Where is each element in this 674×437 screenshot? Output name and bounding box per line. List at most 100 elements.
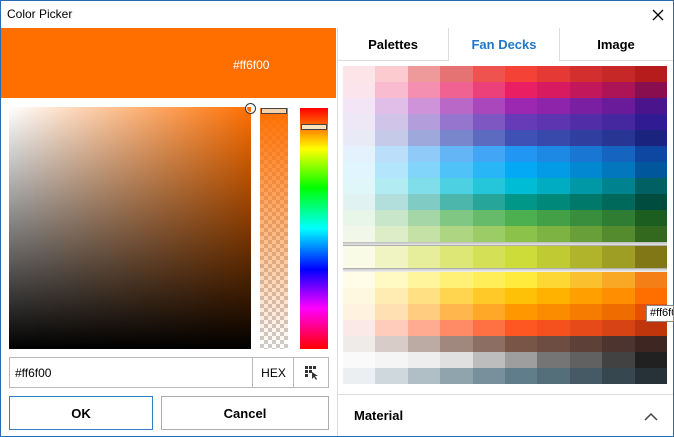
color-swatch[interactable] — [440, 288, 473, 304]
color-swatch[interactable] — [602, 98, 635, 114]
color-swatch[interactable] — [343, 82, 376, 98]
color-swatch[interactable] — [407, 194, 441, 210]
color-swatch[interactable] — [440, 114, 473, 130]
color-swatch[interactable] — [505, 178, 538, 194]
color-swatch[interactable] — [634, 66, 667, 82]
color-swatch[interactable] — [407, 82, 441, 98]
color-swatch[interactable] — [343, 162, 376, 178]
color-swatch[interactable] — [505, 146, 538, 162]
color-swatch[interactable] — [505, 246, 538, 268]
color-swatch[interactable] — [440, 336, 473, 352]
color-swatch[interactable] — [440, 178, 473, 194]
color-swatch[interactable] — [440, 162, 473, 178]
color-swatch[interactable] — [602, 146, 635, 162]
color-swatch[interactable] — [375, 320, 408, 336]
color-swatch[interactable] — [407, 114, 441, 130]
color-swatch[interactable] — [407, 162, 441, 178]
color-swatch[interactable] — [375, 304, 408, 320]
color-swatch[interactable] — [343, 368, 376, 384]
color-swatch[interactable] — [375, 210, 408, 226]
color-swatch[interactable] — [407, 130, 441, 146]
color-swatch[interactable] — [407, 368, 441, 384]
color-swatch[interactable] — [375, 352, 408, 368]
color-swatch[interactable] — [569, 352, 603, 368]
color-swatch[interactable] — [472, 288, 506, 304]
color-swatch[interactable] — [634, 98, 667, 114]
color-swatch[interactable] — [375, 336, 408, 352]
color-swatch[interactable] — [634, 368, 667, 384]
color-swatch[interactable] — [505, 336, 538, 352]
color-swatch[interactable] — [634, 162, 667, 178]
color-swatch[interactable] — [440, 210, 473, 226]
color-swatch[interactable] — [634, 178, 667, 194]
color-swatch[interactable] — [634, 130, 667, 146]
color-swatch[interactable] — [602, 114, 635, 130]
color-swatch[interactable] — [343, 226, 376, 242]
color-swatch[interactable] — [472, 66, 506, 82]
color-swatch[interactable] — [634, 114, 667, 130]
color-swatch[interactable] — [375, 178, 408, 194]
color-swatch[interactable] — [440, 368, 473, 384]
color-swatch[interactable] — [505, 194, 538, 210]
color-swatch[interactable] — [537, 178, 570, 194]
color-swatch[interactable] — [472, 114, 506, 130]
color-swatch[interactable] — [602, 82, 635, 98]
color-swatch[interactable] — [375, 246, 408, 268]
color-swatch[interactable] — [602, 226, 635, 242]
color-swatch[interactable] — [505, 368, 538, 384]
color-swatch[interactable] — [634, 288, 667, 304]
color-swatch[interactable] — [602, 352, 635, 368]
color-swatch[interactable] — [602, 162, 635, 178]
color-swatch[interactable] — [440, 66, 473, 82]
color-swatch[interactable] — [343, 98, 376, 114]
color-swatch[interactable] — [440, 246, 473, 268]
color-swatch[interactable] — [537, 320, 570, 336]
color-swatch[interactable] — [343, 336, 376, 352]
color-swatch[interactable] — [375, 226, 408, 242]
color-swatch[interactable] — [440, 226, 473, 242]
color-swatch[interactable] — [602, 66, 635, 82]
color-swatch[interactable] — [407, 288, 441, 304]
color-swatch[interactable] — [537, 288, 570, 304]
color-swatch[interactable] — [407, 66, 441, 82]
color-swatch[interactable] — [407, 146, 441, 162]
color-swatch[interactable] — [407, 210, 441, 226]
color-swatch[interactable] — [569, 336, 603, 352]
color-swatch[interactable] — [537, 194, 570, 210]
color-swatch[interactable] — [634, 320, 667, 336]
tab-image[interactable]: Image — [560, 28, 672, 61]
color-format-button[interactable]: HEX — [254, 358, 294, 387]
color-swatch[interactable] — [343, 288, 376, 304]
color-swatch[interactable] — [569, 98, 603, 114]
color-swatch[interactable] — [537, 246, 570, 268]
color-swatch[interactable] — [569, 368, 603, 384]
color-swatch[interactable] — [472, 162, 506, 178]
color-swatch[interactable] — [375, 194, 408, 210]
color-swatch[interactable] — [505, 288, 538, 304]
color-swatch[interactable] — [343, 114, 376, 130]
color-swatch[interactable] — [602, 272, 635, 288]
color-swatch[interactable] — [343, 178, 376, 194]
color-swatch[interactable] — [472, 368, 506, 384]
color-swatch[interactable] — [602, 246, 635, 268]
tab-palettes[interactable]: Palettes — [338, 28, 449, 61]
color-swatch[interactable] — [375, 368, 408, 384]
color-swatch[interactable] — [505, 130, 538, 146]
color-swatch[interactable] — [569, 226, 603, 242]
color-swatch[interactable] — [407, 304, 441, 320]
color-swatch[interactable] — [537, 130, 570, 146]
color-swatch[interactable] — [343, 130, 376, 146]
color-swatch[interactable] — [407, 272, 441, 288]
hue-slider-handle[interactable] — [301, 124, 327, 130]
color-swatch[interactable] — [537, 272, 570, 288]
color-swatch[interactable] — [505, 304, 538, 320]
color-swatch[interactable] — [472, 130, 506, 146]
color-swatch[interactable] — [537, 66, 570, 82]
color-swatch[interactable] — [375, 272, 408, 288]
color-swatch[interactable] — [343, 146, 376, 162]
color-swatch[interactable] — [375, 114, 408, 130]
color-swatch[interactable] — [537, 210, 570, 226]
color-swatch[interactable] — [375, 146, 408, 162]
color-swatch[interactable] — [407, 178, 441, 194]
hue-slider[interactable] — [300, 108, 328, 349]
